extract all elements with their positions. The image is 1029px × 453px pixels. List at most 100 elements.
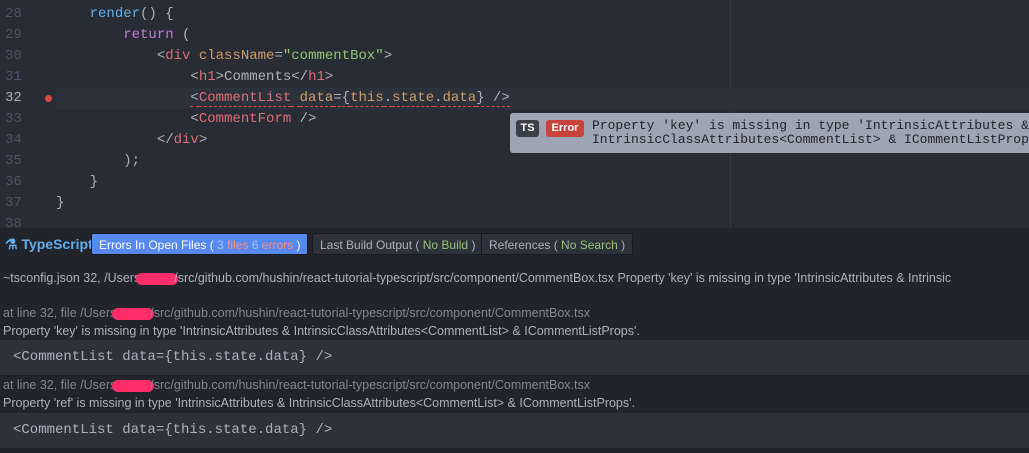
- code-token: <: [56, 111, 199, 127]
- error-message: Property 'ref' is missing in type 'Intri…: [3, 396, 635, 410]
- code-text: }: [56, 172, 1029, 193]
- summary-text: /src/github.com/hushin/react-tutorial-ty…: [174, 271, 952, 285]
- code-token: [291, 90, 300, 107]
- code-token: render: [89, 6, 141, 22]
- tab-status: No Search: [561, 238, 618, 252]
- code-line[interactable]: 37}: [0, 193, 1029, 214]
- files-label: files: [227, 238, 249, 252]
- code-token: div: [165, 48, 191, 64]
- errors-label: errors: [261, 238, 294, 252]
- code-token: } />: [476, 90, 510, 107]
- error-count: 6: [251, 238, 259, 252]
- line-number[interactable]: 37: [5, 193, 35, 214]
- code-line[interactable]: 30 <div className="commentBox">: [0, 46, 1029, 67]
- line-number[interactable]: 35: [5, 151, 35, 172]
- line-number[interactable]: 38: [5, 214, 35, 228]
- code-token: return: [123, 27, 174, 43]
- line-number[interactable]: 28: [5, 4, 35, 25]
- code-token: "commentBox": [282, 48, 384, 64]
- code-token: >: [198, 132, 208, 148]
- line-number[interactable]: 30: [5, 46, 35, 67]
- code-token: </: [56, 132, 174, 148]
- tab-label-end: ): [471, 238, 476, 252]
- code-token: }: [56, 195, 65, 211]
- error-location[interactable]: at line 32, file /Users/src/github.com/h…: [3, 306, 590, 320]
- tab-label-end: ): [296, 238, 301, 252]
- summary-text: ~tsconfig.json 32, /Users: [3, 271, 141, 285]
- line-number[interactable]: 29: [5, 25, 35, 46]
- error-message-line: IntrinsicClassAttributes<CommentList> & …: [592, 132, 1029, 147]
- line-number[interactable]: 33: [5, 109, 35, 130]
- code-token: () {: [140, 6, 174, 22]
- code-token: <: [56, 69, 199, 85]
- code-token: <: [56, 48, 166, 64]
- code-token: =: [274, 48, 283, 64]
- tab-errors-in-open-files[interactable]: Errors In Open Files ( 3 files 6 errors …: [91, 233, 309, 255]
- code-token: >: [383, 48, 393, 64]
- error-message-line: Property 'key' is missing in type 'Intri…: [592, 118, 1029, 133]
- code-token: >Comments</: [215, 69, 309, 85]
- tab-label: References (: [489, 238, 558, 252]
- code-token: CommentForm: [198, 111, 292, 127]
- code-token: div: [173, 132, 199, 148]
- typescript-panel: ⚗ TypeScript Errors In Open Files ( 3 fi…: [0, 228, 1029, 453]
- code-text: render() {: [56, 4, 1029, 25]
- code-text: <h1>Comments</h1>: [56, 67, 1029, 88]
- code-line[interactable]: 36 }: [0, 172, 1029, 193]
- error-badge: Error: [546, 120, 584, 137]
- code-text: }: [56, 193, 1029, 214]
- tab-label: Last Build Output (: [320, 238, 420, 252]
- redaction-mark: [112, 307, 155, 320]
- tab-last-build-output[interactable]: Last Build Output ( No Build ): [312, 233, 484, 255]
- line-number[interactable]: 36: [5, 172, 35, 193]
- code-token: this: [350, 90, 384, 107]
- tab-label: Errors In Open Files (: [99, 238, 214, 252]
- code-line[interactable]: 29 return (: [0, 25, 1029, 46]
- code-token: );: [56, 153, 141, 169]
- code-token: .: [383, 90, 393, 107]
- error-tooltip: TS Error Property 'key' is missing in ty…: [510, 113, 1029, 153]
- code-editor[interactable]: 28 render() {29 return (30 <div classNam…: [0, 0, 1029, 228]
- code-token: }: [56, 174, 99, 190]
- code-token: .: [434, 90, 443, 107]
- code-token: />: [291, 111, 317, 127]
- flask-icon: ⚗: [5, 236, 18, 252]
- code-text: <CommentList data={this.state.data} />: [56, 88, 1029, 109]
- code-token: >: [324, 69, 334, 85]
- location-text: at line 32, file /Users: [3, 306, 117, 320]
- error-location[interactable]: at line 32, file /Users/src/github.com/h…: [3, 378, 590, 392]
- code-token: className: [198, 48, 275, 64]
- tab-status: No Build: [422, 238, 469, 252]
- code-line[interactable]: 35 );: [0, 151, 1029, 172]
- error-summary[interactable]: ~tsconfig.json 32, /Users/src/github.com…: [3, 271, 951, 285]
- location-text: at line 32, file /Users: [3, 378, 117, 392]
- code-line[interactable]: 28 render() {: [0, 4, 1029, 25]
- error-code-snippet: <CommentList data={this.state.data} />: [0, 340, 1029, 375]
- tab-references[interactable]: References ( No Search ): [481, 233, 634, 255]
- error-message: Property 'key' is missing in type 'Intri…: [3, 324, 640, 338]
- code-line[interactable]: 32 <CommentList data={this.state.data} /…: [0, 88, 1029, 109]
- line-number[interactable]: 31: [5, 67, 35, 88]
- line-number[interactable]: 34: [5, 130, 35, 151]
- line-number[interactable]: 32: [5, 88, 35, 109]
- redaction-mark: [112, 379, 155, 392]
- error-message: Property 'key' is missing in type 'Intri…: [592, 119, 1029, 147]
- ts-badge: TS: [516, 120, 539, 137]
- code-line[interactable]: 31 <h1>Comments</h1>: [0, 67, 1029, 88]
- redaction-mark: [136, 272, 179, 285]
- code-text: <div className="commentBox">: [56, 46, 1029, 67]
- error-marker-icon[interactable]: [45, 95, 52, 102]
- code-line[interactable]: 38: [0, 214, 1029, 228]
- code-token: data: [299, 90, 334, 107]
- code-token: CommentList: [198, 90, 292, 107]
- error-code-snippet: <CommentList data={this.state.data} />: [0, 413, 1029, 448]
- panel-title-text: TypeScript: [21, 236, 93, 252]
- code-token: state: [392, 90, 435, 107]
- code-text: return (: [56, 25, 1029, 46]
- code-token: (: [173, 27, 191, 43]
